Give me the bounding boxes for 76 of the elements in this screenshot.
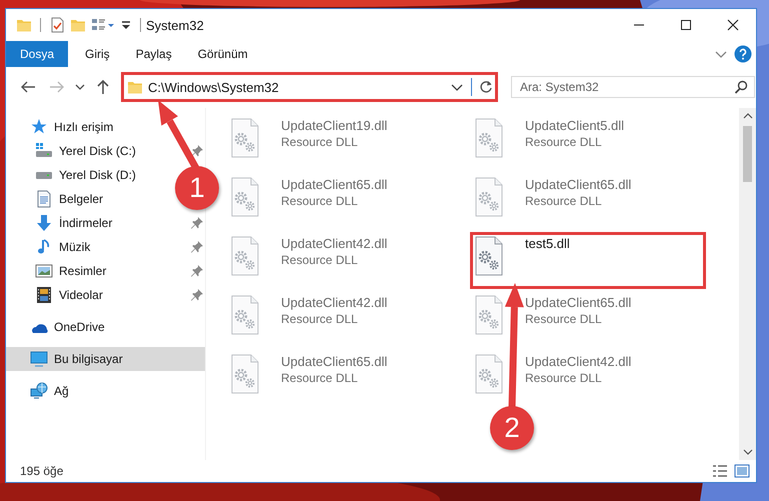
document-icon [35, 190, 53, 208]
file-type: Resource DLL [525, 311, 603, 327]
sidebar-item[interactable]: Ağ [30, 381, 69, 401]
network-icon [30, 382, 48, 400]
file-name[interactable]: UpdateClient65.dll [525, 295, 632, 311]
file-name[interactable]: test5.dll [525, 236, 570, 252]
maximize-icon [680, 19, 692, 31]
scroll-thumb[interactable] [743, 126, 752, 182]
sidebar-item[interactable]: Yerel Disk (C:) [35, 141, 136, 161]
search-field[interactable]: Ara: System32 [511, 76, 755, 98]
star-icon [30, 118, 48, 136]
scroll-up-icon [742, 112, 752, 120]
ribbon-tab[interactable]: Paylaş [122, 41, 185, 67]
sidebar-item[interactable]: İndirmeler [35, 213, 112, 233]
refresh-icon [479, 80, 493, 94]
sidebar-item[interactable]: OneDrive [30, 317, 105, 337]
item-count: 195 öğe [20, 464, 64, 478]
scroll-down-icon [742, 448, 752, 456]
gear-file-icon [229, 236, 261, 277]
ribbon-tab[interactable]: Giriş [72, 41, 123, 67]
sidebar-item[interactable]: Yerel Disk (D:) [35, 165, 136, 185]
file-type: Resource DLL [525, 193, 603, 209]
gear-file-icon [473, 354, 505, 395]
file-name[interactable]: UpdateClient65.dll [525, 177, 632, 193]
file-type: Resource DLL [281, 370, 359, 386]
sidebar-item[interactable]: Hızlı erişim [30, 117, 114, 137]
sidebar-item[interactable]: Resimler [35, 261, 106, 281]
file-name[interactable]: UpdateClient65.dll [281, 354, 388, 370]
folder-icon [70, 17, 86, 33]
gear-file-icon [473, 118, 505, 159]
sidebar-item[interactable]: Videolar [35, 285, 103, 305]
forward-icon [49, 79, 65, 95]
file-type: Resource DLL [281, 311, 359, 327]
picture-frame-icon [35, 262, 53, 280]
large-icons-view-icon [734, 464, 750, 478]
file-type: Resource DLL [281, 134, 359, 150]
film-strip-icon [35, 286, 53, 304]
close-icon [726, 19, 738, 31]
sidebar-item[interactable]: Belgeler [35, 189, 104, 209]
back-icon [20, 79, 36, 95]
gear-file-icon [229, 354, 261, 395]
window-title: System32 [146, 18, 205, 32]
sidebar-item[interactable]: Müzik [35, 237, 90, 257]
drive-icon [35, 142, 53, 160]
file-name[interactable]: UpdateClient42.dll [281, 236, 388, 252]
sidebar-item[interactable]: Bu bilgisayar [30, 349, 123, 369]
help-icon [734, 45, 752, 63]
gear-file-icon [229, 177, 261, 218]
file-name[interactable]: UpdateClient42.dll [281, 295, 388, 311]
file-type: Resource DLL [525, 134, 603, 150]
file-type: Resource DLL [281, 193, 359, 209]
gear-file-icon [473, 177, 505, 218]
details-view-icon [712, 464, 728, 478]
checklist-icon [49, 17, 65, 33]
gear-file-icon [229, 295, 261, 336]
search-icon [734, 80, 748, 94]
drive-icon [35, 170, 53, 180]
ribbon-tab[interactable]: Dosya [6, 41, 68, 67]
up-icon [96, 79, 110, 95]
file-name[interactable]: UpdateClient19.dll [281, 118, 388, 134]
file-name[interactable]: UpdateClient5.dll [525, 118, 624, 134]
ribbon-tab[interactable]: Görünüm [184, 41, 261, 67]
gear-file-icon [229, 118, 261, 159]
gear-file-icon [473, 295, 505, 336]
file-name[interactable]: UpdateClient65.dll [281, 177, 388, 193]
address-bar[interactable]: C:\Windows\System32 [121, 72, 498, 102]
scroll-up-button[interactable] [739, 108, 756, 124]
view-options-icon [91, 17, 115, 33]
folder-icon [16, 17, 32, 33]
folder-icon [127, 79, 143, 95]
file-type: Resource DLL [525, 370, 603, 386]
scroll-down-button[interactable] [739, 444, 756, 460]
download-arrow-icon [35, 214, 53, 232]
file-name[interactable]: UpdateClient42.dll [525, 354, 632, 370]
monitor-icon [30, 350, 48, 368]
file-type: Resource DLL [281, 252, 359, 268]
